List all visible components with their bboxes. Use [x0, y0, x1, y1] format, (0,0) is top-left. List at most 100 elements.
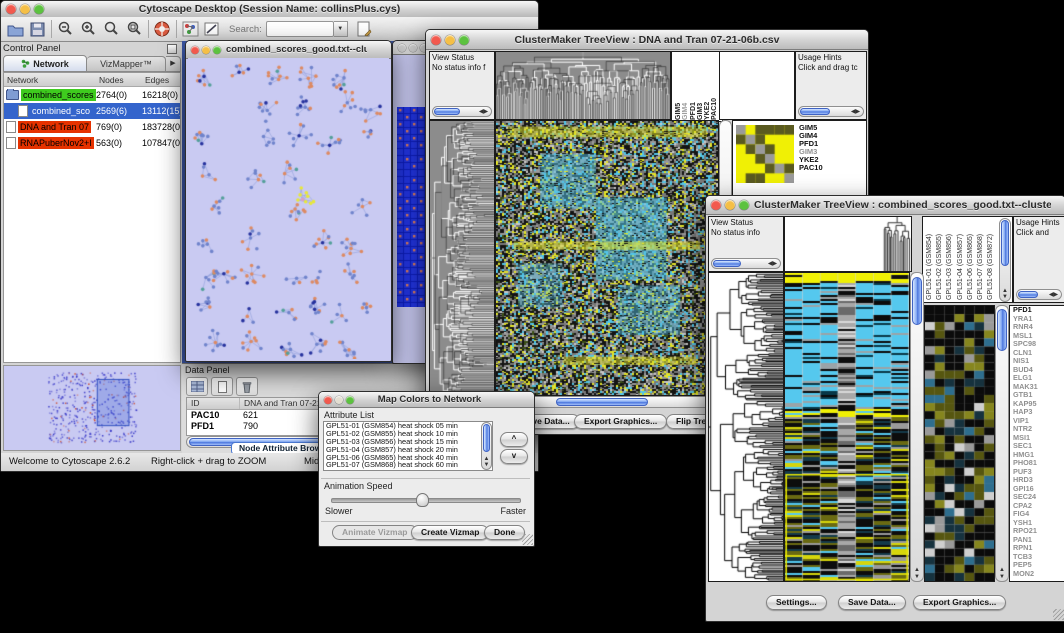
tab-overflow-button[interactable]: ▶ [166, 56, 181, 72]
scroll-arrows[interactable]: ◀▶ [1047, 292, 1060, 298]
scroll-arrows[interactable]: ◀▶ [766, 261, 779, 267]
network-graph-canvas[interactable] [188, 58, 389, 359]
move-down-button[interactable]: v [500, 449, 528, 464]
gene-label[interactable]: PEP5 [1013, 561, 1064, 570]
selected-submatrix-canvas[interactable] [736, 125, 794, 183]
export-graphics-button[interactable]: Export Graphics... [913, 595, 1006, 610]
gene-label[interactable]: PFD1 [1013, 306, 1064, 315]
gene-label[interactable]: MON2 [1013, 570, 1064, 579]
network-row-combined-sco-selected[interactable]: combined_sco 2569(6) 13112(15) [4, 103, 180, 119]
zoom-fit-icon[interactable] [103, 21, 120, 37]
gene-label[interactable]: TCB3 [1013, 553, 1064, 562]
treeview2-titlebar[interactable]: ClusterMaker TreeView : combined_scores_… [706, 196, 1064, 215]
annotation-tool-icon[interactable] [204, 21, 221, 37]
zoom-out-icon[interactable] [57, 21, 74, 37]
network-row-dna-tran[interactable]: DNA and Tran 07 769(0) 183728(0) [4, 119, 180, 135]
gene-label[interactable]: PAN1 [1013, 536, 1064, 545]
row-dendrogram-canvas[interactable] [429, 120, 495, 396]
resize-grip[interactable] [522, 534, 533, 545]
speed-slider-thumb[interactable] [416, 493, 429, 507]
animate-vizmap-button[interactable]: Animate Vizmap [332, 525, 418, 540]
gene-label[interactable]: GIM4 [799, 132, 823, 140]
gene-label[interactable]: SPC98 [1013, 340, 1064, 349]
zoomed-heatmap-canvas[interactable] [924, 305, 995, 582]
gene-label[interactable]: PHO81 [1013, 459, 1064, 468]
close-button[interactable] [6, 4, 16, 14]
treeview1-titlebar[interactable]: ClusterMaker TreeView : DNA and Tran 07-… [426, 30, 868, 50]
done-button[interactable]: Done [484, 525, 525, 540]
gene-label[interactable]: YKE2 [799, 156, 823, 164]
gene-label[interactable]: ELG1 [1013, 374, 1064, 383]
column-dendrogram-canvas[interactable] [784, 216, 912, 272]
main-titlebar[interactable]: Cytoscape Desktop (Session Name: collins… [1, 1, 538, 18]
zoom-button[interactable] [34, 4, 44, 14]
gene-label[interactable]: PUF3 [1013, 468, 1064, 477]
move-up-button[interactable]: ^ [500, 432, 528, 447]
network-row-rnapuber[interactable]: RNAPuberNov2+I 563(0) 107847(0) [4, 135, 180, 151]
gene-label[interactable]: GPI16 [1013, 485, 1064, 494]
scroll-up-arrow[interactable]: ▲ [996, 567, 1008, 573]
heatmap-canvas[interactable] [495, 120, 719, 396]
gene-label[interactable]: CLN1 [1013, 349, 1064, 358]
map-colors-dialog[interactable]: Map Colors to Network Attribute List GPL… [318, 391, 535, 547]
gene-label[interactable]: HAP3 [1013, 408, 1064, 417]
scroll-down-arrow[interactable]: ▼ [482, 462, 491, 468]
gene-label[interactable]: FIG4 [1013, 510, 1064, 519]
gene-label[interactable]: HMG1 [1013, 451, 1064, 460]
gene-label[interactable]: BUD4 [1013, 366, 1064, 375]
export-graphics-button[interactable]: Export Graphics... [574, 414, 667, 429]
zoom-in-icon[interactable] [80, 21, 97, 37]
search-dropdown-arrow[interactable]: ▼ [334, 21, 348, 37]
gene-label[interactable]: HRD3 [1013, 476, 1064, 485]
network-view-titlebar[interactable]: combined_scores_good.txt--cluste... [186, 41, 391, 59]
save-data-button[interactable]: Save Data... [838, 595, 906, 610]
gene-label[interactable]: YRA1 [1013, 315, 1064, 324]
scroll-up-arrow[interactable]: ▲ [911, 567, 923, 573]
gene-label[interactable]: RPO21 [1013, 527, 1064, 536]
search-input[interactable] [266, 21, 334, 37]
network-row-combined-scores[interactable]: combined_scores 2764(0) 16218(0) [4, 87, 180, 103]
attribute-item[interactable]: GPL51-07 (GSM868) heat shock 60 min [324, 461, 492, 469]
minimize-button[interactable] [20, 4, 30, 14]
scroll-arrows[interactable]: ◀▶ [849, 109, 862, 115]
column-labels-scrollbar[interactable]: ▲ ▼ [999, 218, 1011, 302]
gene-label[interactable]: RNR4 [1013, 323, 1064, 332]
minimize-button[interactable] [409, 44, 417, 52]
resize-grip[interactable] [1053, 609, 1064, 620]
gene-label[interactable]: MAK31 [1013, 383, 1064, 392]
network-overview-canvas[interactable] [4, 366, 180, 450]
id-column-header[interactable]: ID [187, 398, 240, 409]
treeview2-window[interactable]: ClusterMaker TreeView : combined_scores_… [705, 195, 1064, 622]
minimize-button[interactable] [335, 396, 343, 404]
save-session-icon[interactable] [30, 22, 46, 37]
heatmap-canvas[interactable] [784, 272, 910, 582]
open-session-icon[interactable] [7, 22, 24, 37]
minimize-button[interactable] [202, 46, 210, 54]
gene-label[interactable]: MSL1 [1013, 332, 1064, 341]
gene-label[interactable]: GIM3 [799, 148, 823, 156]
close-button[interactable] [398, 44, 406, 52]
new-attribute-button[interactable] [211, 377, 233, 396]
zoom-selected-icon[interactable] [126, 21, 143, 37]
close-button[interactable] [431, 35, 441, 45]
gene-label[interactable]: NIS1 [1013, 357, 1064, 366]
gene-label[interactable]: SEC24 [1013, 493, 1064, 502]
gene-label[interactable]: CPA2 [1013, 502, 1064, 511]
gene-label[interactable]: YSH1 [1013, 519, 1064, 528]
network-view-window[interactable]: combined_scores_good.txt--cluste... [185, 40, 392, 362]
zoom-button[interactable] [346, 396, 354, 404]
usage-hints-scrollbar[interactable]: ◀▶ [798, 106, 864, 117]
column-dendrogram-canvas[interactable] [495, 51, 671, 120]
network-tool-icon[interactable] [182, 21, 199, 37]
attribute-list-scrollbar[interactable]: ▲ ▼ [481, 422, 492, 470]
gene-label[interactable]: NTR2 [1013, 425, 1064, 434]
scroll-arrows[interactable]: ◀▶ [477, 109, 490, 115]
usage-hints-scrollbar[interactable]: ◀▶ [1016, 289, 1062, 300]
delete-attribute-button[interactable] [236, 377, 258, 396]
document-edit-icon[interactable] [356, 21, 373, 37]
col-header-nodes[interactable]: Nodes [99, 75, 145, 85]
dialog-titlebar[interactable]: Map Colors to Network [319, 392, 534, 408]
scroll-down-arrow[interactable]: ▼ [996, 574, 1008, 580]
close-button[interactable] [191, 46, 199, 54]
gene-label[interactable]: GIM5 [799, 124, 823, 132]
